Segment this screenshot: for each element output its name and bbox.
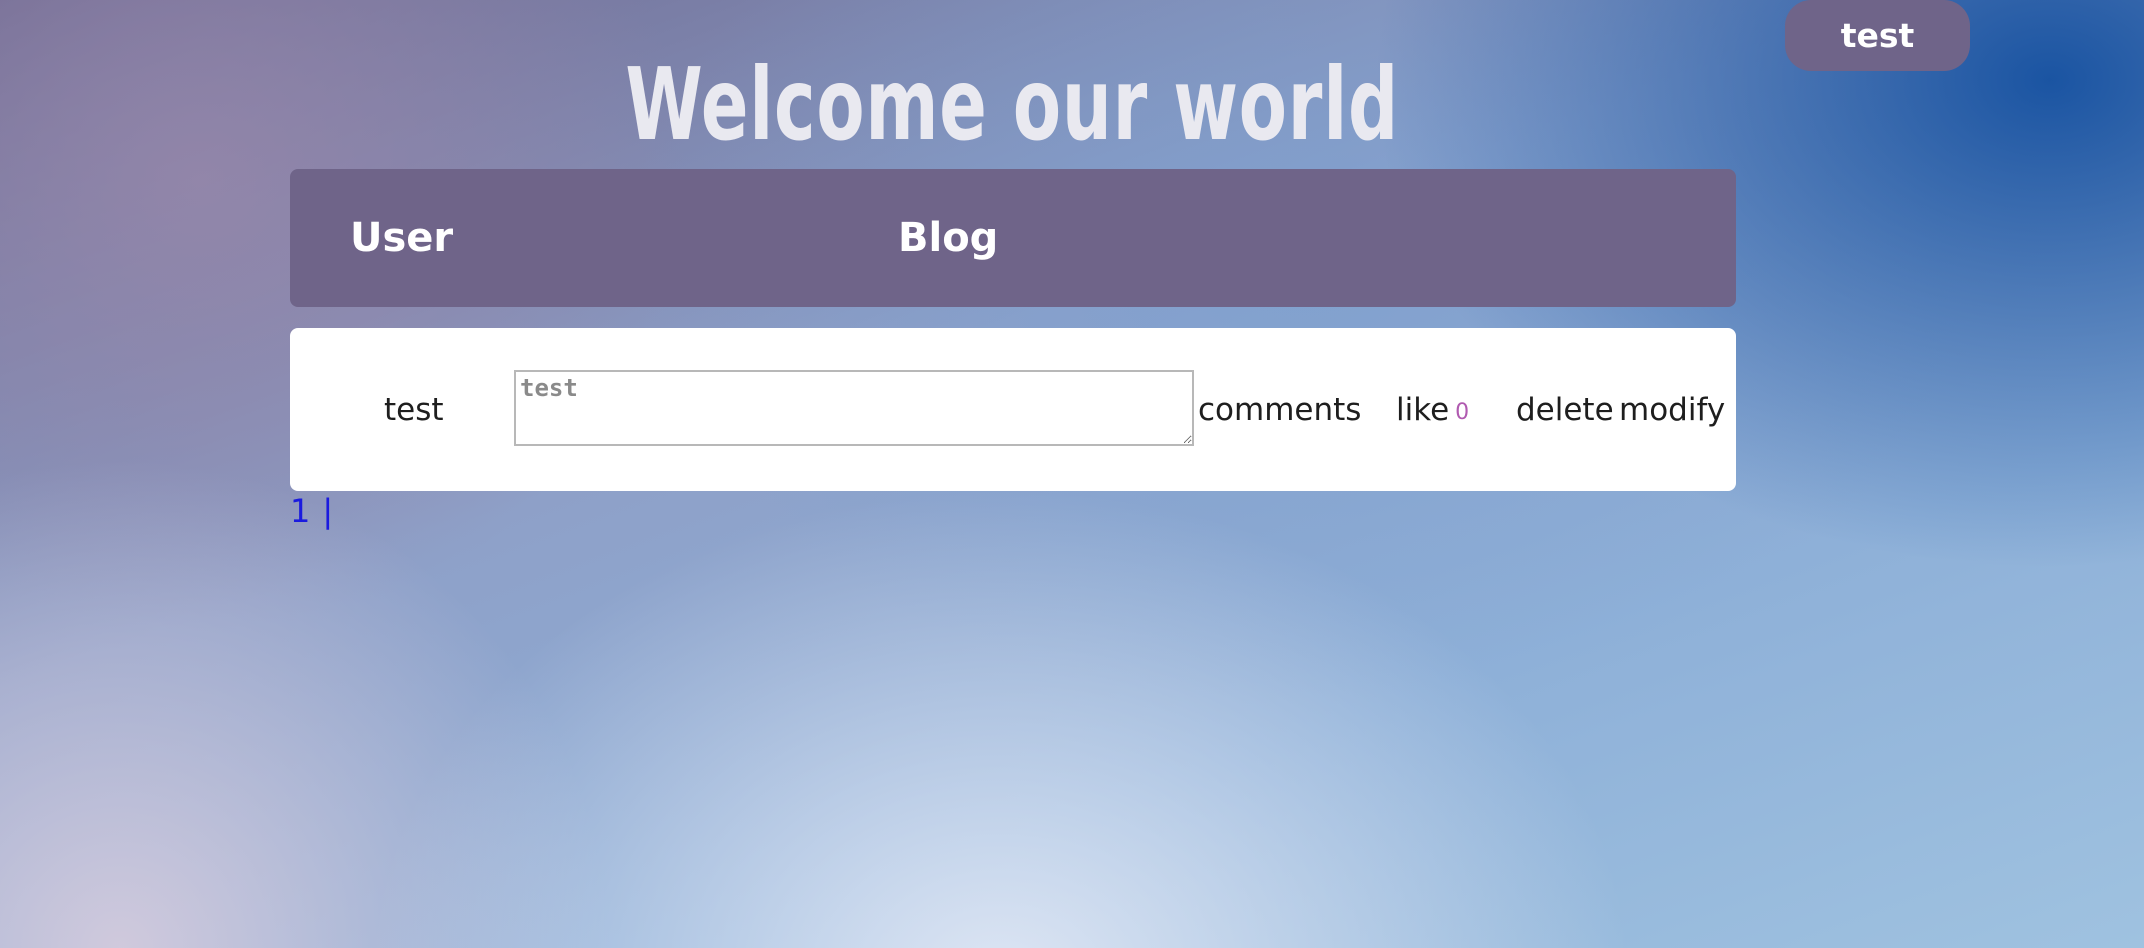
pagination: 1 | [290, 492, 333, 530]
page-link-1[interactable]: 1 [290, 492, 310, 530]
table-header: User Blog [290, 169, 1736, 307]
row-user: test [384, 391, 444, 428]
like-label: like [1396, 391, 1450, 428]
like-button[interactable]: like 0 [1396, 328, 1469, 491]
comments-link[interactable]: comments [1198, 328, 1361, 491]
column-header-blog: Blog [898, 215, 999, 261]
page-title: Welcome our world [625, 46, 1400, 163]
user-menu-button[interactable]: test [1785, 0, 1970, 71]
column-header-user: User [350, 215, 454, 261]
blog-text-area[interactable]: test [514, 370, 1194, 446]
like-count: 0 [1455, 400, 1470, 425]
table-row: test test comments like 0 delete modify [290, 328, 1736, 491]
page-separator: | [322, 492, 334, 530]
delete-link[interactable]: delete [1516, 328, 1614, 491]
modify-link[interactable]: modify [1619, 328, 1725, 491]
